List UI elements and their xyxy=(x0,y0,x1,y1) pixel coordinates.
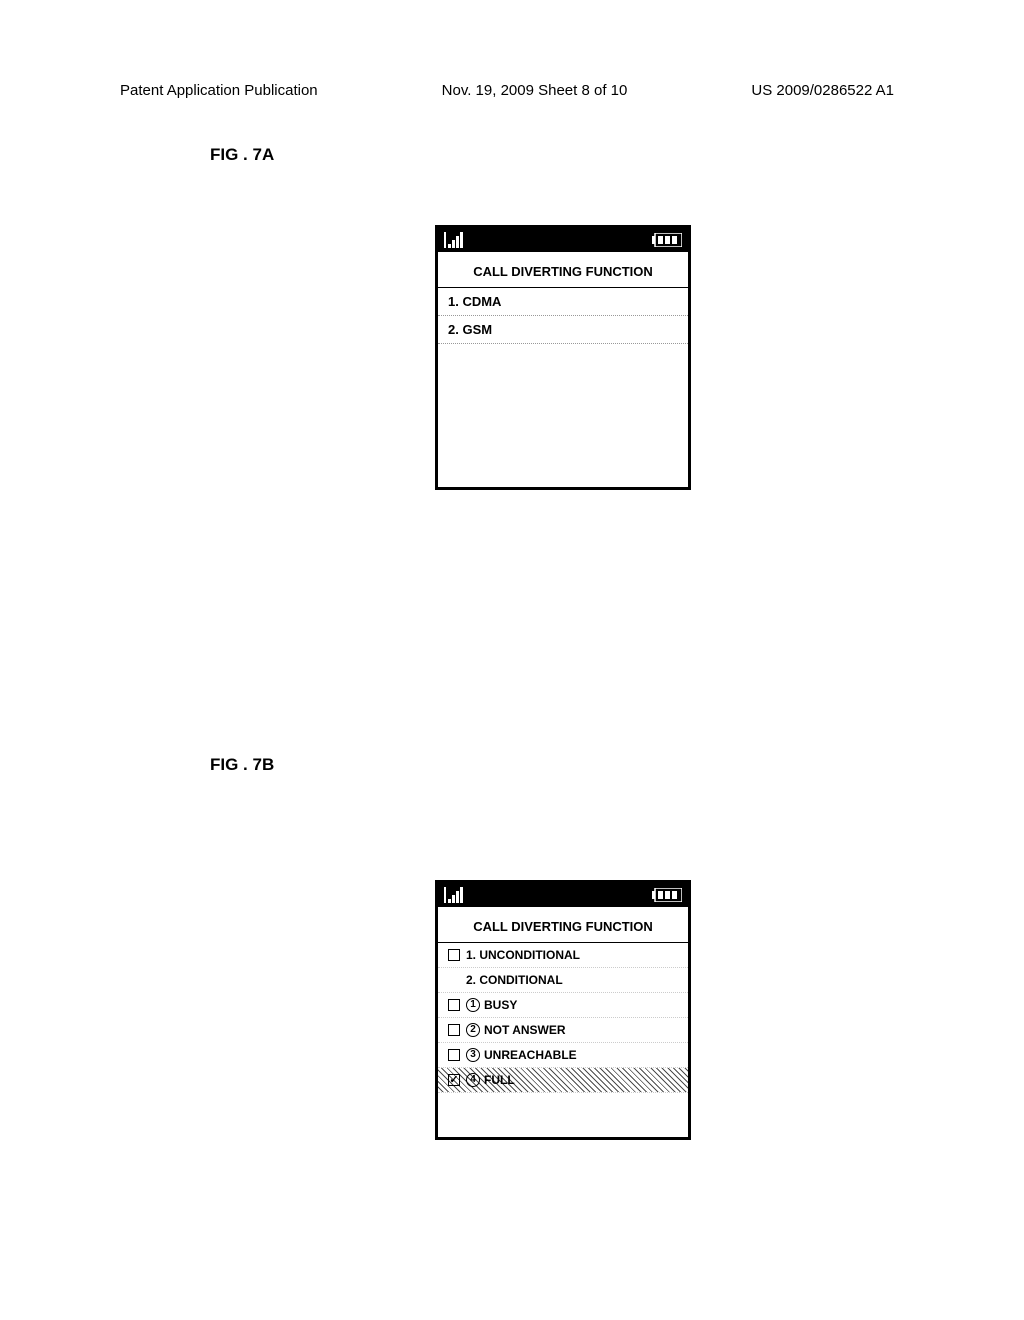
phone-screen-7b: CALL DIVERTING FUNCTION 1. UNCONDITIONAL… xyxy=(435,880,691,1140)
screen-title: CALL DIVERTING FUNCTION xyxy=(438,907,688,943)
item-label: 2. CONDITIONAL xyxy=(466,973,563,987)
circled-number-icon: 1 xyxy=(466,998,480,1012)
figure-7b-label: FIG . 7B xyxy=(210,755,274,775)
item-label: NOT ANSWER xyxy=(484,1023,566,1037)
page-header: Patent Application Publication Nov. 19, … xyxy=(0,82,1024,99)
status-bar xyxy=(438,228,688,252)
signal-icon xyxy=(444,887,464,903)
item-label: 1. UNCONDITIONAL xyxy=(466,948,580,962)
menu-item-unreachable[interactable]: 3 UNREACHABLE xyxy=(438,1043,688,1068)
checkbox-icon[interactable] xyxy=(448,1049,460,1061)
battery-icon xyxy=(652,888,682,902)
header-right: US 2009/0286522 A1 xyxy=(751,82,894,99)
menu-item-conditional: 2. CONDITIONAL xyxy=(438,968,688,993)
circled-number-icon: 4 xyxy=(466,1073,480,1087)
menu-item-not-answer[interactable]: 2 NOT ANSWER xyxy=(438,1018,688,1043)
menu-item-gsm[interactable]: 2. GSM xyxy=(438,316,688,344)
signal-icon xyxy=(444,232,464,248)
screen-title: CALL DIVERTING FUNCTION xyxy=(438,252,688,288)
menu-item-full-selected[interactable]: 4 FULL xyxy=(438,1068,688,1093)
checkbox-icon[interactable] xyxy=(448,999,460,1011)
checkbox-icon[interactable] xyxy=(448,1024,460,1036)
checkbox-icon[interactable] xyxy=(448,949,460,961)
menu-item-cdma[interactable]: 1. CDMA xyxy=(438,288,688,316)
checkbox-checked-icon[interactable] xyxy=(448,1074,460,1086)
battery-icon xyxy=(652,233,682,247)
header-center: Nov. 19, 2009 Sheet 8 of 10 xyxy=(442,82,628,99)
circled-number-icon: 2 xyxy=(466,1023,480,1037)
header-left: Patent Application Publication xyxy=(120,82,318,99)
item-label: FULL xyxy=(484,1073,515,1087)
status-bar xyxy=(438,883,688,907)
item-label: UNREACHABLE xyxy=(484,1048,577,1062)
phone-screen-7a: CALL DIVERTING FUNCTION 1. CDMA 2. GSM xyxy=(435,225,691,490)
menu-item-busy[interactable]: 1 BUSY xyxy=(438,993,688,1018)
figure-7a-label: FIG . 7A xyxy=(210,145,274,165)
circled-number-icon: 3 xyxy=(466,1048,480,1062)
item-label: BUSY xyxy=(484,998,517,1012)
menu-item-unconditional[interactable]: 1. UNCONDITIONAL xyxy=(438,943,688,968)
